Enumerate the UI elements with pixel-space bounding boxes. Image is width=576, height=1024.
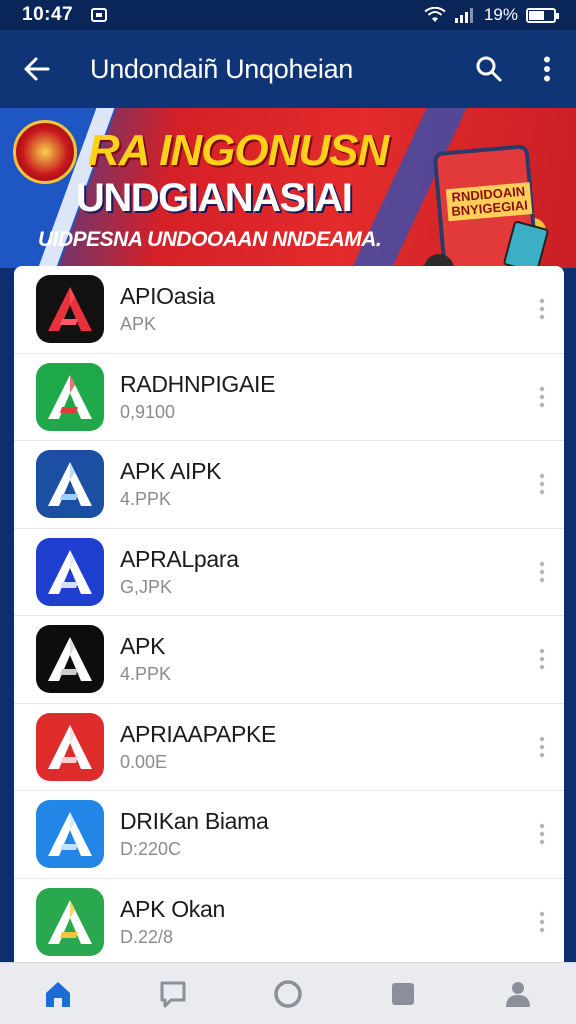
list-item[interactable]: DRIKan Biama D:220C	[14, 791, 564, 879]
list-item[interactable]: RADHNPIGAIE 0,9100	[14, 354, 564, 441]
app-text: APRIAAPAPKE 0.00E	[120, 720, 520, 774]
page-title: Undondaiñ Unqoheian	[90, 53, 354, 84]
app-name: APIOasia	[120, 283, 215, 310]
emblem-logo	[13, 120, 77, 184]
more-vertical-icon	[539, 824, 545, 845]
app-name: APRALpara	[120, 545, 239, 572]
list-item[interactable]: APRIAAPAPKE 0.00E	[14, 704, 564, 791]
app-subtitle: D.22/8	[120, 926, 174, 947]
apk-icon	[48, 374, 92, 419]
profile-icon	[506, 981, 531, 1007]
app-text: DRIKan Biama D:220C	[120, 807, 520, 861]
app-name: APK Okan	[120, 895, 225, 922]
app-icon	[36, 625, 104, 694]
apk-icon	[48, 287, 92, 332]
item-more-button[interactable]	[520, 279, 564, 339]
item-more-button[interactable]	[520, 367, 564, 427]
search-icon	[476, 56, 502, 82]
item-more-button[interactable]	[520, 804, 564, 864]
more-options-button[interactable]	[518, 30, 576, 108]
app-text: APRALpara G,JPK	[120, 545, 520, 599]
app-subtitle: 4.PPK	[120, 489, 172, 510]
apk-icon	[48, 724, 92, 769]
app-text: RADHNPIGAIE 0,9100	[120, 370, 520, 424]
app-subtitle: G,JPK	[120, 576, 173, 597]
app-icon	[36, 800, 104, 869]
apk-icon	[48, 549, 92, 594]
app-subtitle: 0,9100	[120, 401, 176, 422]
battery-percentage: 19%	[483, 5, 518, 24]
status-bar: 10:47 19%	[0, 0, 576, 30]
item-more-button[interactable]	[520, 717, 564, 777]
app-subtitle: D:220C	[120, 839, 182, 860]
wifi-icon	[424, 7, 446, 22]
list-item[interactable]: APRALpara G,JPK	[14, 529, 564, 616]
more-vertical-icon	[539, 299, 545, 320]
banner-title: RA INGONUSN	[88, 126, 389, 175]
notification-icon	[91, 8, 108, 22]
list-item[interactable]: APK 4.PPK	[14, 616, 564, 704]
app-name: APK	[120, 633, 166, 660]
signal-icon	[454, 8, 473, 23]
list-item[interactable]: APK Okan D.22/8	[14, 879, 564, 966]
more-vertical-icon	[539, 386, 545, 407]
nav-profile-button[interactable]	[478, 963, 558, 1024]
item-more-button[interactable]	[520, 892, 564, 952]
battery-icon	[526, 7, 559, 23]
apk-icon	[48, 812, 92, 857]
app-icon	[36, 362, 104, 431]
status-right: 19%	[424, 5, 559, 25]
nav-circle-button[interactable]	[248, 963, 328, 1024]
arrow-left-icon	[24, 57, 50, 81]
more-vertical-icon	[539, 736, 545, 757]
bottom-navigation	[0, 962, 576, 1024]
app-icon	[36, 712, 104, 781]
app-text: APK 4.PPK	[120, 632, 520, 686]
more-vertical-icon	[539, 561, 545, 582]
app-name: APK AIPK	[120, 458, 222, 485]
search-button[interactable]	[460, 30, 518, 108]
status-time: 10:47	[22, 4, 74, 25]
nav-apps-button[interactable]	[363, 963, 443, 1024]
app-text: APK Okan D.22/8	[120, 895, 520, 949]
app-subtitle: 4.PPK	[120, 664, 172, 685]
app-icon	[36, 450, 104, 519]
apk-icon	[48, 637, 92, 682]
square-icon	[392, 982, 415, 1005]
apk-icon	[48, 462, 92, 507]
app-icon	[36, 537, 104, 606]
app-subtitle: 0.00E	[120, 751, 168, 772]
circle-icon	[274, 979, 302, 1008]
app-icon	[36, 275, 104, 344]
app-text: APK AIPK 4.PPK	[120, 457, 520, 511]
banner-poster-text: RNDIDOAIN BNYIGEGIAI	[445, 182, 533, 222]
nav-home-button[interactable]	[18, 963, 98, 1024]
more-vertical-icon	[539, 474, 545, 495]
home-icon	[45, 981, 70, 1007]
app-list: APIOasia APK RADHNPIGAIE 0,9100 APK AIPK…	[14, 266, 564, 966]
app-text: APIOasia APK	[120, 282, 520, 336]
nav-messages-button[interactable]	[133, 963, 213, 1024]
app-name: DRIKan Biama	[120, 808, 269, 835]
back-button[interactable]	[0, 30, 74, 108]
app-icon	[36, 887, 104, 956]
list-item[interactable]: APIOasia APK	[14, 266, 564, 354]
banner-subtitle: UNDGIANASIAI	[76, 176, 353, 220]
item-more-button[interactable]	[520, 542, 564, 602]
app-name: APRIAAPAPKE	[120, 720, 277, 747]
more-vertical-icon	[544, 56, 550, 82]
item-more-button[interactable]	[520, 454, 564, 514]
chat-icon	[160, 981, 186, 1007]
banner-tagline: UIDPESNA UNDOOAAN NNDEAMA.	[38, 228, 382, 251]
apk-icon	[48, 899, 92, 944]
app-name: RADHNPIGAIE	[120, 370, 276, 397]
list-item[interactable]: APK AIPK 4.PPK	[14, 441, 564, 529]
app-subtitle: APK	[120, 314, 157, 335]
promo-banner[interactable]: RA INGONUSN UNDGIANASIAI UIDPESNA UNDOOA…	[0, 108, 576, 268]
more-vertical-icon	[539, 911, 545, 932]
app-bar: Undondaiñ Unqoheian	[0, 30, 576, 108]
item-more-button[interactable]	[520, 629, 564, 689]
more-vertical-icon	[539, 649, 545, 670]
